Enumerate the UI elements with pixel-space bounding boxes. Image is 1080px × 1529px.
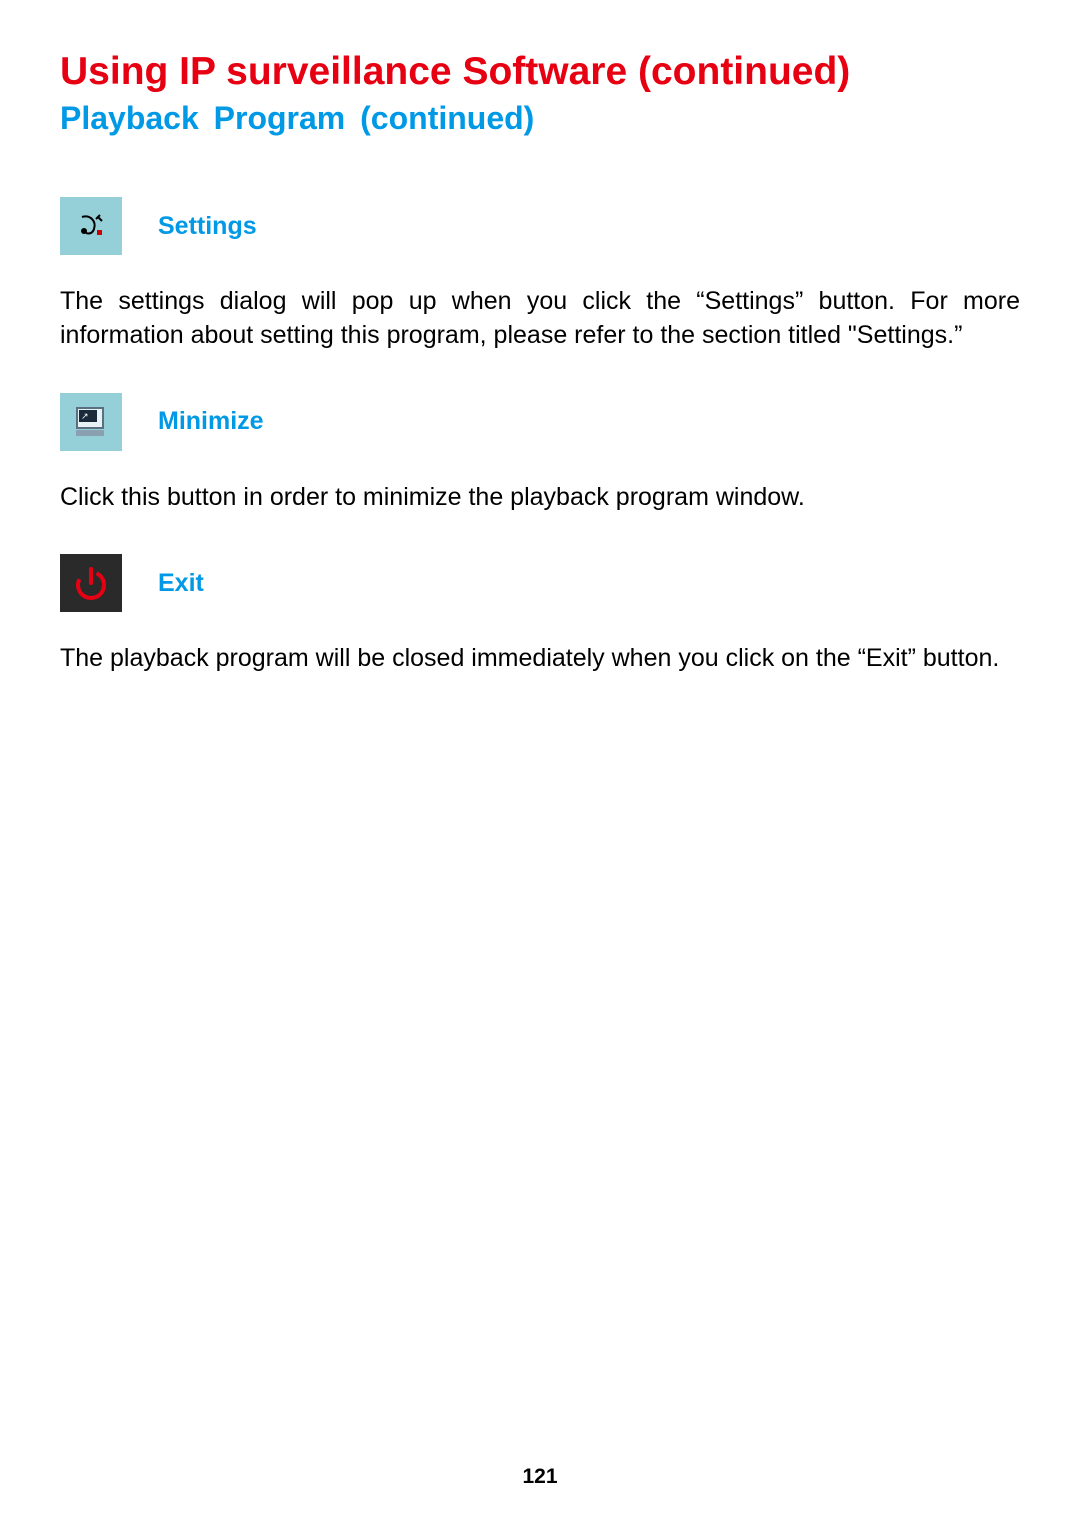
section-exit: Exit The playback program will be closed… [60, 554, 1020, 676]
exit-body: The playback program will be closed imme… [60, 642, 1020, 676]
section-settings: Settings The settings dialog will pop up… [60, 197, 1020, 353]
section-header: ↗ Minimize [60, 393, 1020, 451]
settings-icon [60, 197, 122, 255]
minimize-body: Click this button in order to minimize t… [60, 481, 1020, 515]
page-title: Using IP surveillance Software (continue… [60, 50, 1020, 94]
section-minimize: ↗ Minimize Click this button in order to… [60, 393, 1020, 515]
settings-body: The settings dialog will pop up when you… [60, 285, 1020, 353]
minimize-icon: ↗ [60, 393, 122, 451]
minimize-label: Minimize [158, 407, 264, 436]
page-subtitle: Playback Program (continued) [60, 100, 1020, 137]
section-header: Exit [60, 554, 1020, 612]
page-number: 121 [0, 1465, 1080, 1489]
exit-icon [60, 554, 122, 612]
settings-label: Settings [158, 212, 257, 241]
exit-label: Exit [158, 569, 204, 598]
manual-page: Using IP surveillance Software (continue… [0, 0, 1080, 1529]
section-header: Settings [60, 197, 1020, 255]
